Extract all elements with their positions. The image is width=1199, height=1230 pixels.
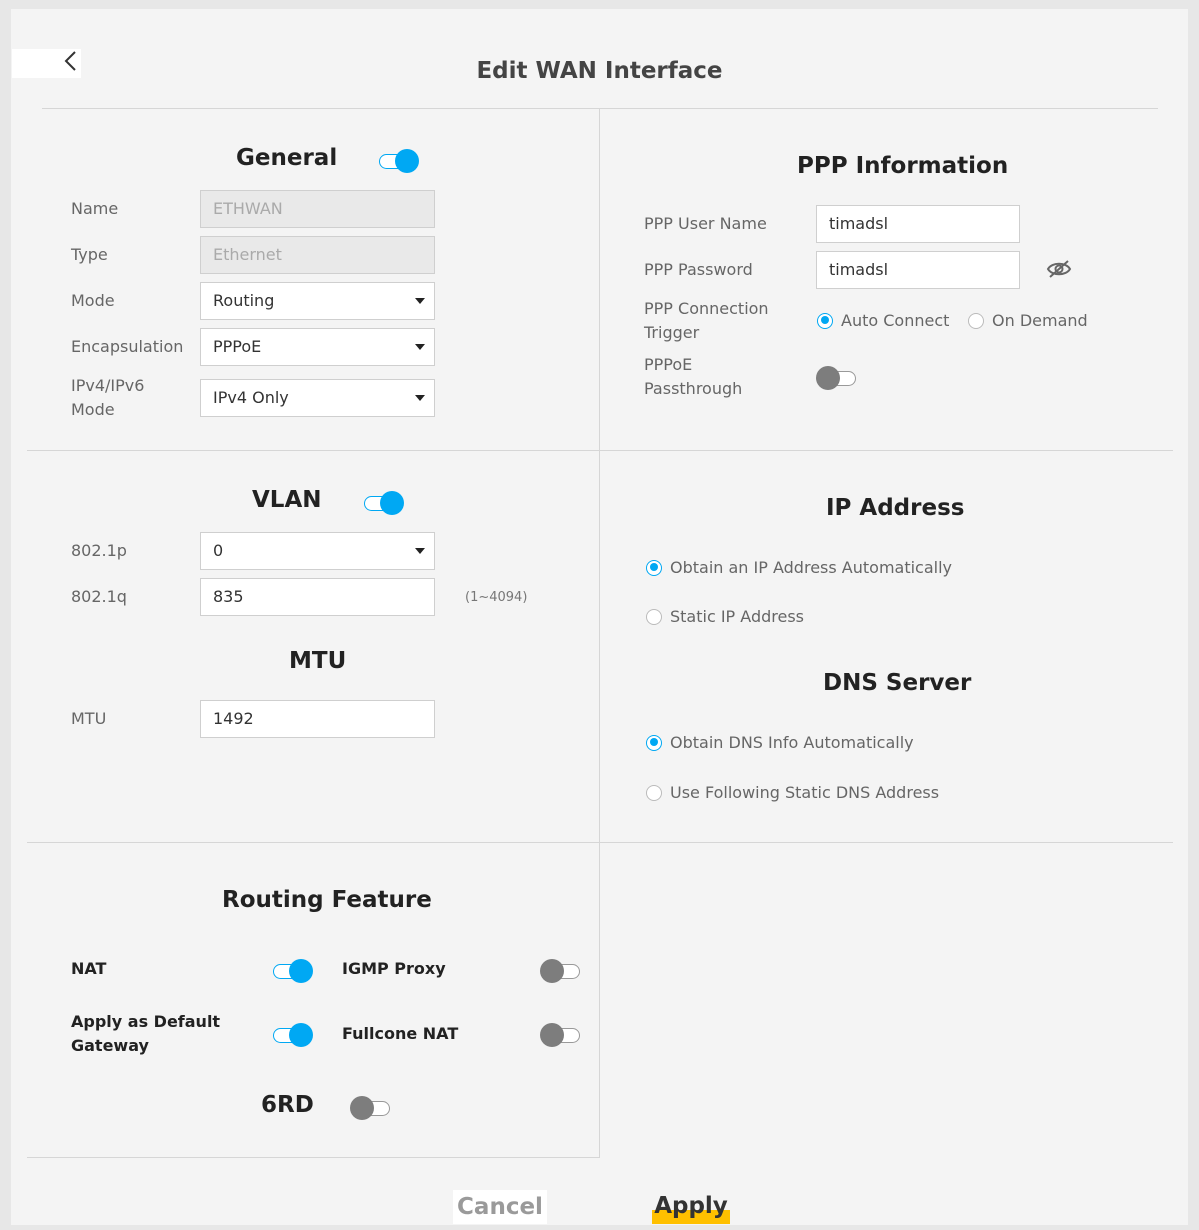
dns-auto-label: Obtain DNS Info Automatically [670,733,914,752]
dns-auto-radio[interactable]: Obtain DNS Info Automatically [646,733,914,752]
apply-button[interactable]: Apply [652,1190,730,1224]
vlan-p-select-value: 0 [213,541,224,560]
trigger-on-demand-radio[interactable]: On Demand [968,311,1088,330]
radio-checked-icon [646,559,662,576]
type-label: Type [71,245,108,264]
vlan-p-select[interactable]: 0 [200,532,435,570]
fullcone-toggle[interactable] [540,1023,582,1047]
encapsulation-select[interactable]: PPPoE [200,328,435,366]
trigger-on-demand-label: On Demand [992,311,1088,330]
ipmode-label-line2: Mode [71,400,115,419]
trigger-auto-connect-label: Auto Connect [841,311,950,330]
vlan-title: VLAN [252,487,322,513]
name-label: Name [71,199,119,218]
nat-toggle[interactable] [271,959,313,983]
dns-static-radio[interactable]: Use Following Static DNS Address [646,783,939,802]
ppp-title: PPP Information [797,153,1009,179]
ipmode-label-line1: IPv4/IPv6 [71,376,145,395]
ppp-password-label: PPP Password [644,260,753,279]
row-divider-1 [27,450,1173,451]
ipmode-select-value: IPv4 Only [213,388,289,407]
ip-static-label: Static IP Address [670,607,805,626]
routing-title: Routing Feature [222,887,432,913]
vlan-q-hint: (1~4094) [465,590,528,605]
trigger-label-line1: PPP Connection [644,299,769,318]
caret-down-icon [415,548,425,554]
header-divider [42,108,1158,109]
mtu-label: MTU [71,709,107,728]
row-divider-2 [27,842,1173,843]
vlan-toggle[interactable] [362,491,404,515]
pppoe-passthrough-toggle[interactable] [816,366,858,390]
caret-down-icon [415,298,425,304]
general-title: General [236,145,338,171]
mtu-input[interactable]: 1492 [200,700,435,738]
row-divider-3 [27,1157,600,1158]
type-field: Ethernet [200,236,435,274]
nat-label: NAT [71,959,107,978]
sixrd-toggle[interactable] [350,1096,392,1120]
caret-down-icon [415,395,425,401]
mode-select-value: Routing [213,291,275,310]
igmp-toggle[interactable] [540,959,582,983]
ip-auto-label: Obtain an IP Address Automatically [670,558,953,577]
vlan-p-label: 802.1p [71,541,127,560]
radio-unchecked-icon [646,608,662,625]
vlan-q-input[interactable]: 835 [200,578,435,616]
passthrough-label-line1: PPPoE [644,355,693,374]
fullcone-label: Fullcone NAT [342,1024,459,1043]
general-toggle[interactable] [377,149,419,173]
default-gateway-toggle[interactable] [271,1023,313,1047]
radio-checked-icon [817,312,833,329]
radio-checked-icon [646,734,662,751]
dns-static-label: Use Following Static DNS Address [670,783,940,802]
gateway-label-line1: Apply as Default [71,1012,221,1031]
vlan-q-label: 802.1q [71,587,127,606]
passthrough-label-line2: Passthrough [644,379,743,398]
caret-down-icon [415,344,425,350]
name-field: ETHWAN [200,190,435,228]
ip-auto-radio[interactable]: Obtain an IP Address Automatically [646,558,952,577]
ipmode-select[interactable]: IPv4 Only [200,379,435,417]
mode-label: Mode [71,291,115,310]
ppp-password-input[interactable]: timadsl [816,251,1020,289]
column-divider [599,109,600,1158]
ip-static-radio[interactable]: Static IP Address [646,607,804,626]
page-title: Edit WAN Interface [476,58,723,84]
encapsulation-select-value: PPPoE [213,337,262,356]
mode-select[interactable]: Routing [200,282,435,320]
dns-title: DNS Server [823,670,972,696]
trigger-auto-connect-radio[interactable]: Auto Connect [817,311,949,330]
ppp-user-input[interactable]: timadsl [816,205,1020,243]
cancel-button[interactable]: Cancel [453,1190,547,1224]
trigger-label-line2: Trigger [644,323,700,342]
gateway-label-line2: Gateway [71,1036,149,1055]
ppp-user-label: PPP User Name [644,214,767,233]
radio-unchecked-icon [968,312,984,329]
igmp-label: IGMP Proxy [342,959,446,978]
ip-address-title: IP Address [826,495,965,521]
sixrd-label: 6RD [261,1092,314,1118]
radio-unchecked-icon [646,784,662,801]
eye-slash-icon[interactable] [1046,259,1072,279]
encapsulation-label: Encapsulation [71,337,184,356]
mtu-title: MTU [289,648,347,674]
